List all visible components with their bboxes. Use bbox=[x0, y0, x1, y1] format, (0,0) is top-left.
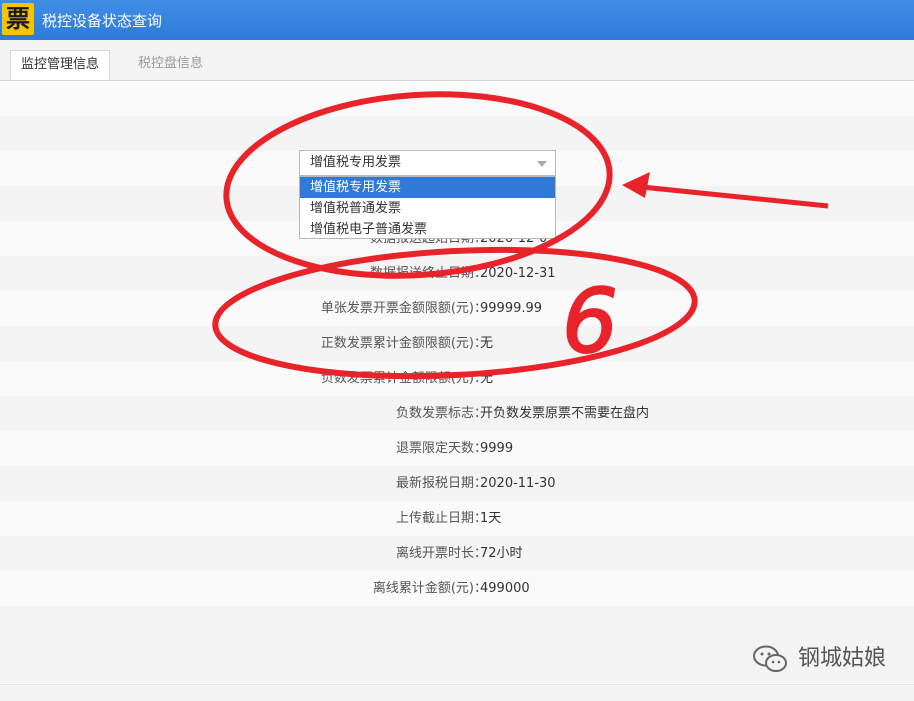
info-row-value: 开负数发票原票不需要在盘内 bbox=[480, 406, 650, 421]
info-row bbox=[0, 606, 914, 641]
info-row-label: 负数发票累计金额限额(元) bbox=[320, 371, 474, 386]
option-ordinary-vat-invoice[interactable]: 增值税普通发票 bbox=[300, 198, 555, 219]
info-row: 负数发票标志：开负数发票原票不需要在盘内 bbox=[0, 396, 914, 431]
tab-tax-disk-info[interactable]: 税控盘信息 bbox=[128, 50, 213, 80]
info-row-label: 数据报送终止日期 bbox=[369, 266, 474, 281]
info-row-label: 上传截止日期 bbox=[395, 511, 474, 526]
watermark-text: 钢城姑娘 bbox=[798, 646, 887, 671]
info-row-label: 最新报税日期 bbox=[395, 476, 474, 491]
info-row-label: 离线累计金额(元) bbox=[372, 581, 474, 596]
info-row-label: 退票限定天数 bbox=[395, 441, 474, 456]
info-row-label: 负数发票标志 bbox=[395, 406, 474, 421]
info-row-value: 499000 bbox=[480, 581, 530, 596]
info-row: 正数发票累计金额限额(元)：无 bbox=[0, 326, 914, 361]
invoice-type-dropdown: 增值税专用发票 增值税普通发票 增值税电子普通发票 bbox=[299, 176, 556, 239]
info-row-value: 无 bbox=[480, 336, 494, 351]
chevron-down-icon[interactable] bbox=[537, 161, 547, 167]
info-row: 离线累计金额(元)： 499000 bbox=[0, 571, 914, 606]
option-special-vat-invoice[interactable]: 增值税专用发票 bbox=[300, 177, 555, 198]
info-row-value: 99999.99 bbox=[480, 301, 543, 316]
info-row: 离线开票时长： 72小时 bbox=[0, 536, 914, 571]
info-row-value: 72小时 bbox=[480, 546, 523, 561]
info-row: 上传截止日期： 1天 bbox=[0, 501, 914, 536]
info-row-value: 1天 bbox=[480, 511, 502, 526]
app-logo-icon: 票 bbox=[2, 3, 34, 35]
info-row bbox=[0, 81, 914, 116]
info-row-label: 离线开票时长 bbox=[395, 546, 474, 561]
tab-bar: 监控管理信息 税控盘信息 bbox=[0, 40, 914, 81]
option-electronic-ordinary-vat-invoice[interactable]: 增值税电子普通发票 bbox=[300, 219, 555, 240]
info-row: 负数发票累计金额限额(元)：无 bbox=[0, 361, 914, 396]
info-row: 最新报税日期： 2020-11-30 bbox=[0, 466, 914, 501]
info-row-value: 2020-11-30 bbox=[480, 476, 556, 491]
window-title: 税控设备状态查询 bbox=[42, 12, 163, 30]
info-row-value: 无 bbox=[480, 371, 494, 386]
info-row: 退票限定天数： 9999 bbox=[0, 431, 914, 466]
info-row: 单张发票开票金额限额(元)： 99999.99 bbox=[0, 291, 914, 326]
info-row: 数据报送终止日期： 2020-12-31 bbox=[0, 256, 914, 291]
info-row-value: 2020-12-31 bbox=[480, 266, 556, 281]
info-row-label: 单张发票开票金额限额(元) bbox=[320, 301, 474, 316]
info-row-value: 9999 bbox=[480, 441, 514, 456]
tab-monitor-info[interactable]: 监控管理信息 bbox=[10, 50, 110, 80]
invoice-type-select[interactable]: 增值税专用发票 bbox=[299, 150, 556, 176]
invoice-type-select-value: 增值税专用发票 bbox=[310, 155, 402, 170]
bottom-bar bbox=[0, 684, 914, 701]
info-row bbox=[0, 116, 914, 151]
title-bar: 票 税控设备状态查询 bbox=[0, 0, 914, 40]
wechat-icon bbox=[752, 644, 788, 674]
info-row-label: 正数发票累计金额限额(元) bbox=[320, 336, 474, 351]
